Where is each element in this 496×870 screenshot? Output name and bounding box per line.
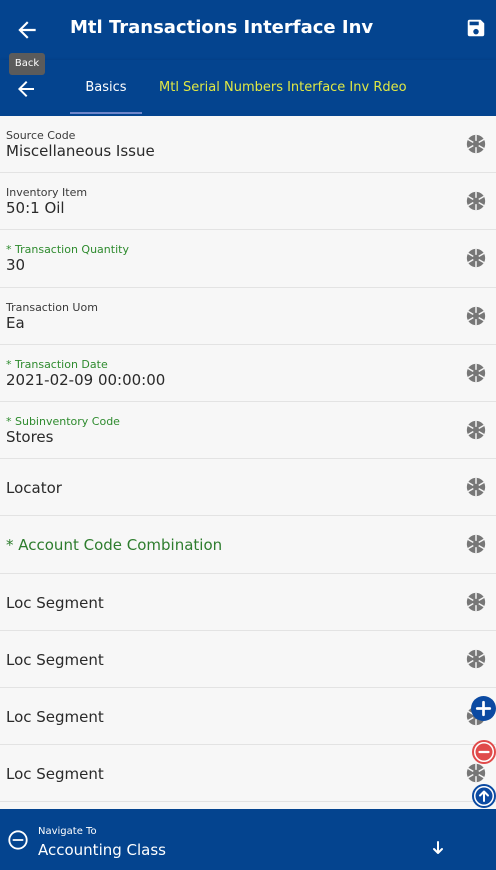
field-transaction-uom[interactable]: Transaction Uom Ea	[0, 288, 496, 345]
field-label: * Transaction Quantity	[6, 243, 129, 257]
field-loc-segment[interactable]: Loc Segment	[0, 688, 496, 746]
field-label: * Transaction Date	[6, 357, 108, 371]
field-transaction-quantity[interactable]: * Transaction Quantity 30	[0, 230, 496, 288]
arrow-down-icon[interactable]	[431, 840, 445, 856]
tab-mtl-serial-numbers[interactable]: Mtl Serial Numbers Interface Inv Rdeo	[159, 60, 407, 112]
field-locator[interactable]: Locator	[0, 459, 496, 517]
tab-basics[interactable]: Basics	[70, 60, 142, 114]
plus-icon	[475, 700, 492, 717]
tab-bar: Basics Mtl Serial Numbers Interface Inv …	[0, 60, 496, 116]
scroll-up-button[interactable]	[472, 784, 496, 808]
field-label: Loc Segment	[6, 707, 104, 726]
app-header: Mtl Transactions Interface Inv	[0, 0, 496, 60]
field-value: 50:1 Oil	[6, 199, 65, 218]
add-button[interactable]	[471, 696, 496, 721]
back-arrow-icon[interactable]	[14, 17, 40, 43]
field-label: Source Code	[6, 129, 76, 142]
save-icon[interactable]	[465, 17, 487, 39]
aperture-icon[interactable]	[465, 419, 487, 441]
arrow-up-icon	[475, 787, 493, 805]
field-label: Loc Segment	[6, 765, 104, 784]
field-value: Stores	[6, 427, 54, 446]
navigate-to-bar[interactable]: Navigate To Accounting Class	[0, 809, 496, 870]
field-label: * Subinventory Code	[6, 414, 120, 428]
field-label: Loc Segment	[6, 593, 104, 612]
field-loc-segment[interactable]: Loc Segment	[0, 574, 496, 631]
aperture-icon[interactable]	[465, 762, 487, 784]
minus-icon	[475, 743, 493, 761]
field-loc-segment[interactable]: Loc Segment	[0, 631, 496, 688]
field-transaction-date[interactable]: * Transaction Date 2021-02-09 00:00:00	[0, 345, 496, 402]
aperture-icon[interactable]	[465, 362, 487, 384]
back-tooltip: Back	[9, 53, 45, 75]
field-list: Source Code Miscellaneous Issue Inventor…	[0, 116, 496, 809]
remove-button[interactable]	[472, 740, 496, 764]
navigate-to-value: Accounting Class	[38, 841, 166, 859]
aperture-icon[interactable]	[465, 305, 487, 327]
field-label: Locator	[6, 479, 62, 498]
field-account-code-combination[interactable]: * Account Code Combination	[0, 516, 496, 574]
aperture-icon[interactable]	[465, 533, 487, 555]
field-source-code[interactable]: Source Code Miscellaneous Issue	[0, 116, 496, 174]
aperture-icon[interactable]	[465, 648, 487, 670]
field-value: Miscellaneous Issue	[6, 142, 155, 160]
field-label: Transaction Uom	[6, 300, 98, 314]
minus-circle-icon	[8, 830, 28, 850]
page-title: Mtl Transactions Interface Inv	[70, 17, 374, 38]
field-value: 30	[6, 256, 26, 275]
aperture-icon[interactable]	[465, 476, 487, 498]
aperture-icon[interactable]	[465, 247, 487, 269]
field-label: Loc Segment	[6, 650, 104, 669]
field-label: * Account Code Combination	[6, 536, 223, 555]
back-arrow-icon[interactable]	[14, 77, 38, 101]
field-inventory-item[interactable]: Inventory Item 50:1 Oil	[0, 173, 496, 231]
aperture-icon[interactable]	[465, 591, 487, 613]
field-value: 2021-02-09 00:00:00	[6, 370, 166, 389]
field-value: Ea	[6, 313, 25, 332]
field-label: Inventory Item	[6, 186, 88, 200]
field-subinventory-code[interactable]: * Subinventory Code Stores	[0, 402, 496, 460]
navigate-to-label: Navigate To	[38, 826, 97, 837]
aperture-icon[interactable]	[465, 133, 487, 155]
field-loc-segment[interactable]: Loc Segment	[0, 745, 496, 803]
aperture-icon[interactable]	[465, 190, 487, 212]
